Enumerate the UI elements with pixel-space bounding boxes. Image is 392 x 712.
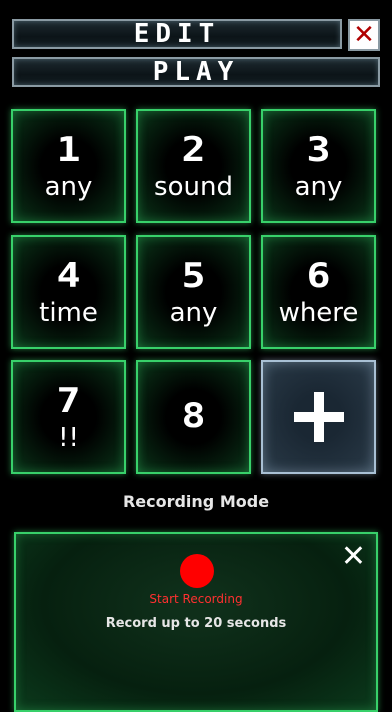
pad-label: where <box>278 298 359 328</box>
pad-label: any <box>169 298 218 328</box>
pad-number: 5 <box>181 256 206 296</box>
pad-number: 3 <box>306 130 331 170</box>
pad-1[interactable]: 1 any <box>11 109 126 223</box>
close-icon[interactable]: ✕ <box>348 19 380 51</box>
pad-label: !! <box>58 423 79 453</box>
pad-7[interactable]: 7 !! <box>11 360 126 474</box>
play-label: PLAY <box>152 57 240 87</box>
pad-number: 6 <box>306 256 331 296</box>
pad-4[interactable]: 4 time <box>11 235 126 349</box>
pad-label: any <box>294 172 343 202</box>
pad-label: time <box>39 298 98 328</box>
edit-label: EDIT <box>133 19 221 49</box>
recording-mode-title: Recording Mode <box>122 492 270 511</box>
pad-number: 4 <box>56 256 81 296</box>
pad-number: 7 <box>56 381 81 421</box>
pad-number: 1 <box>56 130 81 170</box>
recording-hint: Record up to 20 seconds <box>105 616 287 631</box>
add-pad-button[interactable] <box>261 360 376 474</box>
pad-2[interactable]: 2 sound <box>136 109 251 223</box>
plus-icon <box>293 392 344 442</box>
pad-8[interactable]: 8 <box>136 360 251 474</box>
pad-number: 8 <box>181 396 206 436</box>
play-button[interactable]: PLAY <box>12 57 380 87</box>
pad-label: any <box>44 172 93 202</box>
recording-panel: ✕ Start Recording Record up to 20 second… <box>14 532 378 712</box>
pad-3[interactable]: 3 any <box>261 109 376 223</box>
pad-number: 2 <box>181 130 206 170</box>
pad-6[interactable]: 6 where <box>261 235 376 349</box>
pad-label: sound <box>154 172 233 202</box>
start-recording-label[interactable]: Start Recording <box>16 592 376 606</box>
record-button[interactable] <box>180 554 214 588</box>
close-icon[interactable]: ✕ <box>341 542 366 572</box>
edit-button[interactable]: EDIT <box>12 19 342 49</box>
pad-5[interactable]: 5 any <box>136 235 251 349</box>
